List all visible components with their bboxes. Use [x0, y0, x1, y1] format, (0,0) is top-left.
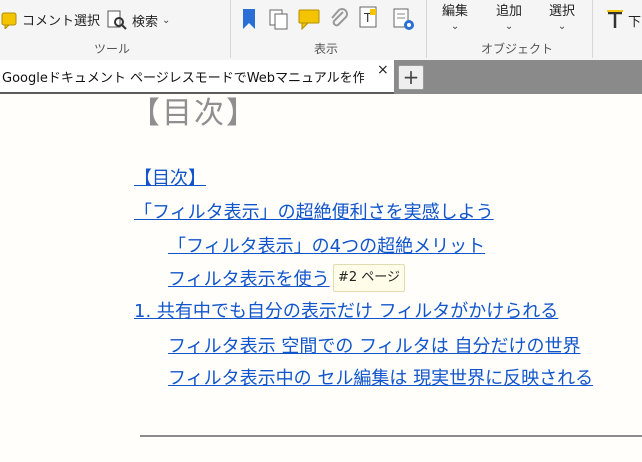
- comment-select-button[interactable]: コメント選択: [0, 10, 100, 29]
- ribbon-separator: [592, 0, 593, 58]
- toc-link-cell-edit-reflected[interactable]: フィルタ表示中の セル編集は 現実世界に反映される: [168, 364, 593, 390]
- document-tab-bar: Googleドキュメント ページレスモードでWebマニュアルを作ろう .. × …: [0, 60, 642, 94]
- search-button[interactable]: 検索 ⌄: [106, 10, 170, 30]
- display-group-label: 表示: [314, 42, 339, 56]
- comment-select-icon: [1, 12, 17, 29]
- page-tooltip: #2 ページ: [333, 264, 406, 292]
- horizontal-rule: [140, 435, 642, 437]
- toc-link-mokuji[interactable]: 【目次】: [134, 164, 206, 190]
- comment-select-label: コメント選択: [22, 14, 101, 29]
- document-page: 【目次】 【目次】 「フィルタ表示」の超絶便利さを実感しよう 「フィルタ表示」の…: [0, 94, 642, 462]
- toc-link-filter-view-benefits[interactable]: 「フィルタ表示」の超絶便利さを実感しよう: [134, 198, 494, 224]
- ribbon-separator: [230, 0, 231, 58]
- toc-link-four-merits[interactable]: 「フィルタ表示」の4つの超絶メリット: [168, 232, 485, 258]
- chevron-down-icon: ⌄: [162, 14, 171, 26]
- add-button[interactable]: 追加 ⌄: [496, 0, 522, 32]
- pages-icon[interactable]: [268, 8, 290, 30]
- select-label: 選択: [549, 4, 576, 19]
- search-doc-icon: [107, 10, 127, 30]
- toc-link-own-filter-while-sharing[interactable]: 1. 共有中でも自分の表示だけ フィルタがかけられる: [134, 297, 558, 323]
- select-button[interactable]: 選択 ⌄: [549, 0, 575, 32]
- document-tab-title: Googleドキュメント ページレスモードでWebマニュアルを作ろう ..: [2, 71, 364, 86]
- search-label: 検索: [132, 14, 159, 30]
- ribbon-toolbar: コメント選択 検索 ⌄ ツール T 表示 編集 ⌄ 追加 ⌄ 選択 ⌄ オブジェ…: [0, 0, 642, 61]
- toc-link-use-filter-view[interactable]: フィルタ表示を使う: [168, 265, 330, 291]
- text-doc-icon[interactable]: T: [358, 6, 380, 30]
- tools-group-label: ツール: [94, 42, 131, 56]
- close-tab-icon[interactable]: ×: [377, 62, 389, 78]
- edit-button[interactable]: 編集 ⌄: [442, 0, 468, 32]
- new-tab-button[interactable]: +: [398, 65, 424, 90]
- toc-link-filter-own-world[interactable]: フィルタ表示 空間での フィルタは 自分だけの世界: [168, 332, 580, 358]
- chevron-down-icon: ⌄: [557, 21, 567, 32]
- chevron-down-icon: ⌄: [504, 21, 514, 32]
- edit-label: 編集: [442, 4, 469, 19]
- add-label: 追加: [496, 4, 523, 19]
- document-settings-icon[interactable]: [392, 8, 416, 32]
- objects-group-label: オブジェクト: [481, 42, 554, 56]
- comment-icon[interactable]: [298, 8, 320, 30]
- text-tool-label: 下: [628, 14, 642, 30]
- text-tool-button[interactable]: 下: [606, 10, 641, 30]
- paperclip-icon[interactable]: [328, 8, 350, 30]
- chevron-down-icon: ⌄: [450, 21, 460, 32]
- text-tool-icon: [607, 10, 623, 28]
- toc-heading: 【目次】: [130, 96, 258, 131]
- bookmark-icon[interactable]: [240, 8, 258, 30]
- ribbon-separator: [426, 0, 427, 58]
